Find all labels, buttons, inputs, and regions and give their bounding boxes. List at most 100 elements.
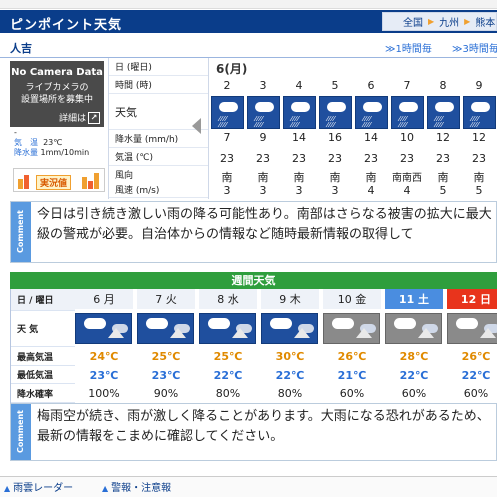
heavy-rain-icon: ⁄⁄⁄⁄ ⁄⁄⁄⁄ — [319, 96, 352, 129]
wind-speed-cell: 3 — [331, 184, 339, 197]
weekly-high-cell: 25℃ — [213, 349, 243, 363]
heavy-rain-umbrella-icon — [261, 313, 318, 344]
heavy-rain-icon: ⁄⁄⁄⁄ ⁄⁄⁄⁄ — [283, 96, 316, 129]
wind-dir-cell: 南 — [329, 171, 341, 184]
heavy-rain-icon: ⁄⁄⁄⁄ ⁄⁄⁄⁄ — [247, 96, 280, 129]
temp-cell: 23 — [400, 152, 414, 165]
wind-dir-cell: 南 — [293, 171, 305, 184]
external-link-icon: ↗ — [88, 112, 100, 124]
weekly-high-cell: 26℃ — [337, 349, 367, 363]
breadcrumb-item-kumamoto[interactable]: 熊本 — [475, 14, 495, 29]
weekly-day-header: 7 火 — [137, 289, 195, 309]
camera-line1: ライブカメラの — [25, 83, 89, 93]
label-day: 日 (曜日) — [109, 58, 209, 76]
temp-cell: 23 — [328, 152, 342, 165]
cloudy-icon — [323, 313, 380, 344]
wind-dir-cell: 南 — [365, 171, 377, 184]
breadcrumb: 全国 ▶ 九州 ▶ 熊本 — [382, 12, 497, 31]
rain-radar-link[interactable]: ▲ 雨雲レーダー — [4, 479, 73, 494]
hour-cell: 7 — [403, 79, 411, 92]
gauge-bar — [24, 175, 29, 189]
precip-cell: 12 — [472, 131, 486, 144]
precip-cell: 12 — [436, 131, 450, 144]
temp-cell: 23 — [256, 152, 270, 165]
camera-title: No Camera Data — [11, 67, 103, 78]
temp-cell: 23 — [472, 152, 486, 165]
observation-panel: - 気 温 23℃ 降水量 1mm/10min — [14, 128, 89, 158]
triangle-icon: ▲ — [102, 484, 109, 493]
actual-value-gauge[interactable]: 実況値 — [13, 168, 105, 192]
weekly-label-day: 日 / 曜日 — [11, 289, 75, 311]
observation-dash: - — [14, 128, 17, 137]
hour-cell: 8 — [439, 79, 447, 92]
hourly-3h-link[interactable]: ≫3時間毎 — [452, 40, 497, 55]
weekly-rain-cell: 60% — [463, 386, 489, 400]
hourly-1h-link[interactable]: ≫1時間毎 — [385, 40, 432, 55]
comment-tag: Comment — [11, 404, 31, 460]
top-strip — [0, 0, 497, 9]
weekly-day-header: 6 月 — [75, 289, 133, 309]
temp-cell: 23 — [292, 152, 306, 165]
weekly-rain-cell: 80% — [277, 386, 303, 400]
wind-speed-cell: 3 — [223, 184, 231, 197]
comment-box-bottom: Comment 梅雨空が続き、雨が激しく降ることがあります。大雨になる恐れがある… — [10, 403, 497, 461]
weekly-day-header: 11 土 — [385, 289, 443, 309]
comment-tag: Comment — [11, 202, 31, 262]
weekly-title: 週間天気 — [10, 272, 497, 289]
hour-cell: 3 — [259, 79, 267, 92]
weekly-label-weather: 天 気 — [11, 311, 75, 347]
weekly-low-cell: 22℃ — [399, 368, 429, 382]
breadcrumb-item-kyushu[interactable]: 九州 — [439, 14, 459, 29]
weekly-day-header: 8 水 — [199, 289, 257, 309]
footer — [0, 476, 497, 497]
chevron-right-icon: ▶ — [464, 17, 471, 26]
precip-cell: 16 — [328, 131, 342, 144]
gauge-bar — [88, 181, 93, 189]
wind-dir-cell: 南南西 — [392, 173, 422, 184]
warnings-link[interactable]: ▲ 警報・注意報 — [102, 479, 171, 494]
wind-speed-cell: 5 — [475, 184, 483, 197]
heavy-rain-icon: ⁄⁄⁄⁄ ⁄⁄⁄⁄ — [211, 96, 244, 129]
wind-speed-cell: 3 — [295, 184, 303, 197]
heavy-rain-icon: ⁄⁄⁄⁄ ⁄⁄⁄⁄ — [391, 96, 424, 129]
camera-panel: No Camera Data ライブカメラの 設置場所を募集中 詳細は ↗ — [10, 61, 104, 127]
weekly-low-cell: 22℃ — [275, 368, 305, 382]
wind-speed-cell: 4 — [367, 184, 375, 197]
weekly-high-cell: 30℃ — [275, 349, 305, 363]
breadcrumb-item-national[interactable]: 全国 — [403, 14, 423, 29]
gauge-bar — [94, 173, 99, 189]
heavy-rain-icon: ⁄⁄⁄⁄ ⁄⁄⁄⁄ — [427, 96, 460, 129]
wind-dir-cell: 南 — [221, 171, 233, 184]
gauge-bar — [82, 177, 87, 189]
precip-cell: 14 — [292, 131, 306, 144]
double-chevron-icon: ≫ — [385, 44, 396, 55]
weekly-day-header: 10 金 — [323, 289, 381, 309]
weekly-low-cell: 23℃ — [151, 368, 181, 382]
weekly-day-header: 12 日 — [447, 289, 497, 309]
weekly-label-low: 最低気温 — [11, 366, 75, 384]
weekly-label-rain: 降水確率 — [11, 384, 75, 403]
weekly-rain-cell: 80% — [215, 386, 241, 400]
hour-cell: 4 — [295, 79, 303, 92]
wind-speed-cell: 3 — [259, 184, 267, 197]
precip-cell: 10 — [400, 131, 414, 144]
hour-cell: 6 — [367, 79, 375, 92]
camera-line2: 設置場所を募集中 — [20, 95, 93, 105]
label-wind-speed: 風速 (m/s) — [109, 182, 209, 198]
comment-box-top: Comment 今日は引き続き激しい雨の降る可能性あり。南部はさらなる被害の拡大… — [10, 201, 497, 263]
wind-speed-cell: 5 — [439, 184, 447, 197]
weekly-rain-cell: 60% — [401, 386, 427, 400]
chevron-right-icon: ▶ — [428, 17, 435, 26]
heavy-rain-umbrella-icon — [199, 313, 256, 344]
temp-cell: 23 — [436, 152, 450, 165]
weekly-low-cell: 22℃ — [213, 368, 243, 382]
camera-detail-link[interactable]: 詳細は ↗ — [59, 111, 100, 124]
weekly-day-header: 9 木 — [261, 289, 319, 309]
weekly-high-cell: 26℃ — [461, 349, 491, 363]
prev-arrow-icon[interactable] — [192, 118, 201, 134]
triangle-icon: ▲ — [4, 484, 11, 493]
hour-cell: 2 — [223, 79, 231, 92]
heavy-rain-umbrella-icon — [75, 313, 132, 344]
location-name: 人吉 — [10, 42, 32, 55]
heavy-rain-icon: ⁄⁄⁄⁄ ⁄⁄⁄⁄ — [355, 96, 388, 129]
